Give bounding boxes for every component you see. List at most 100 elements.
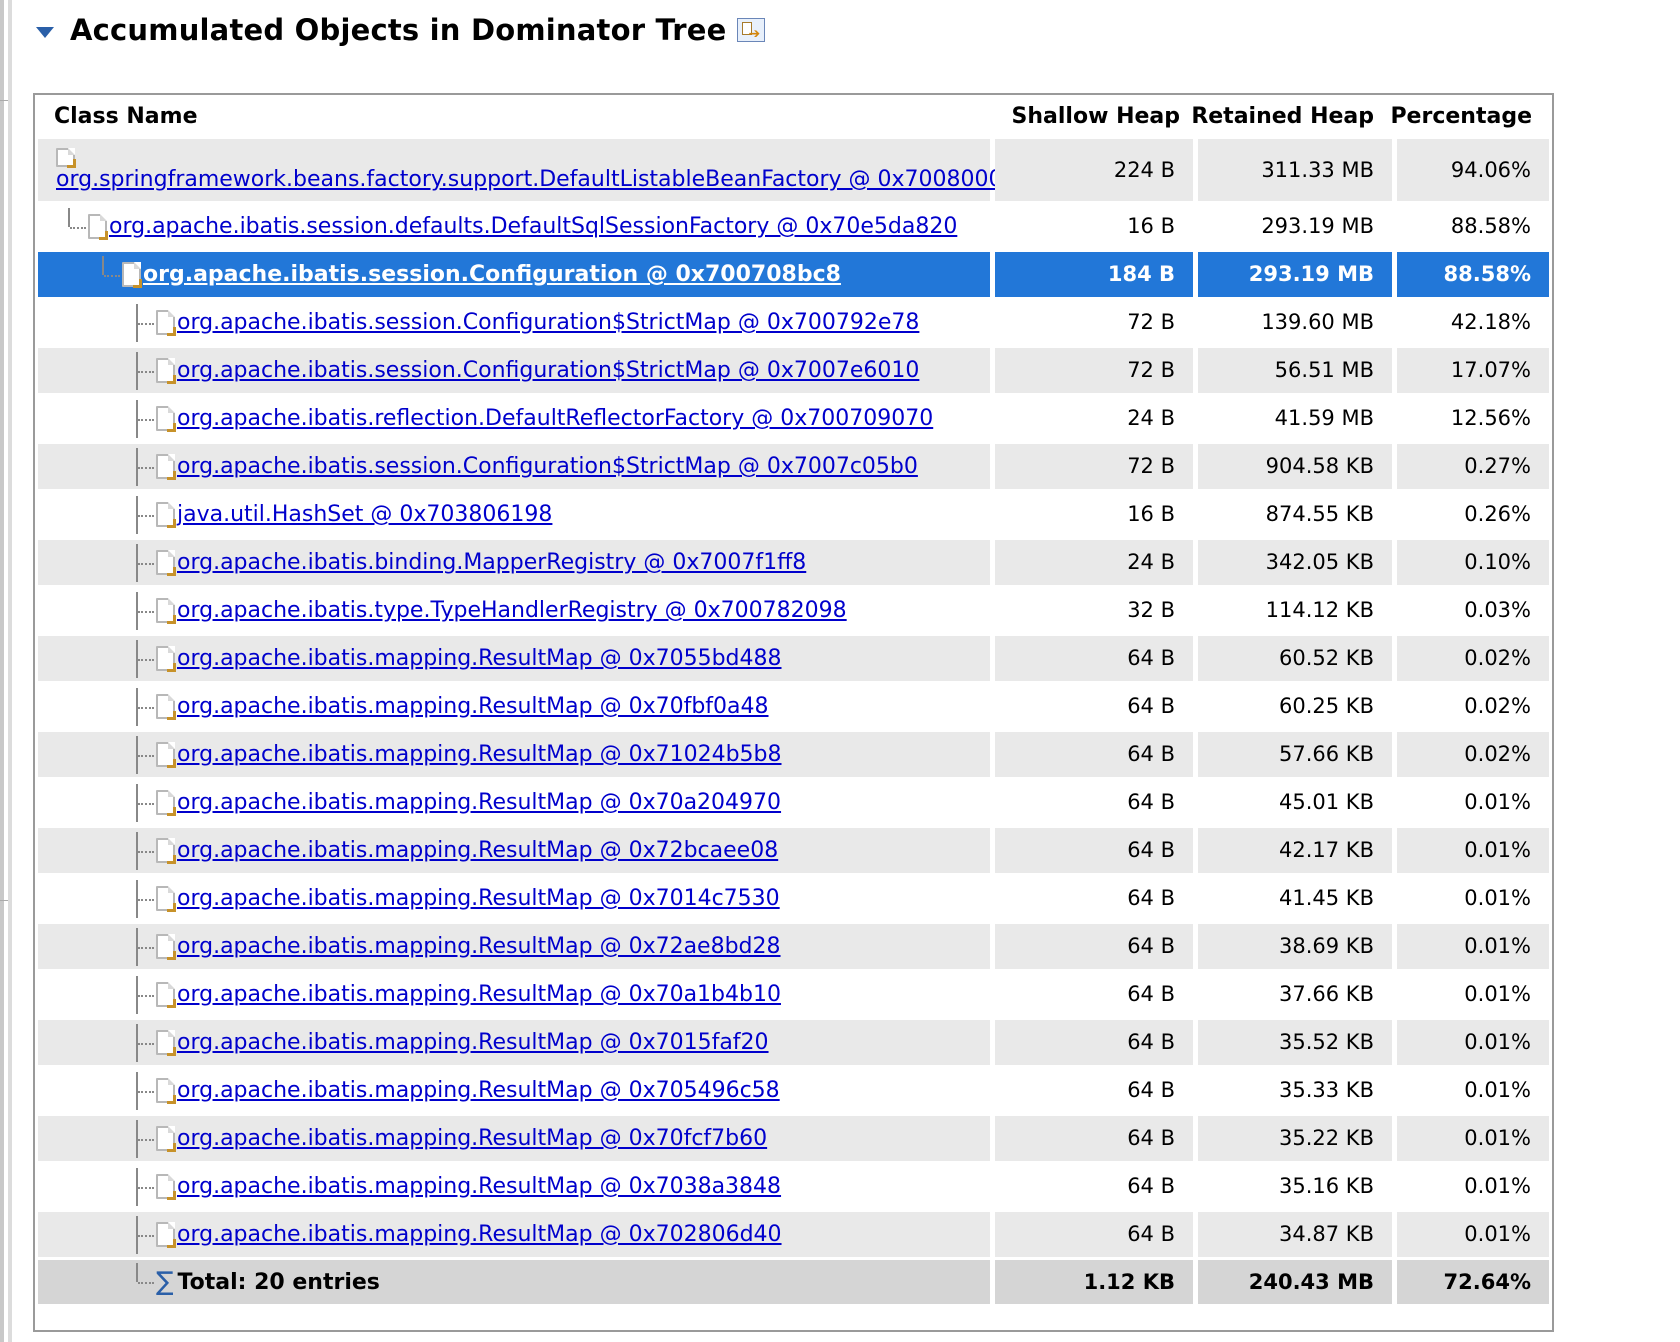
object-link[interactable]: org.apache.ibatis.mapping.ResultMap @ 0x… xyxy=(177,742,782,767)
percentage-cell: 17.07% xyxy=(1397,348,1549,393)
percentage-cell: 88.58% xyxy=(1397,204,1549,249)
object-file-icon xyxy=(56,148,76,168)
object-link[interactable]: org.apache.ibatis.mapping.ResultMap @ 0x… xyxy=(177,886,780,911)
object-link[interactable]: org.apache.ibatis.mapping.ResultMap @ 0x… xyxy=(177,934,781,959)
column-header-shallow-heap[interactable]: Shallow Heap xyxy=(1012,95,1180,139)
shallow-heap-cell: 72 B xyxy=(995,444,1193,489)
class-name-cell: org.apache.ibatis.session.Configuration$… xyxy=(38,444,990,489)
object-link[interactable]: org.apache.ibatis.mapping.ResultMap @ 0x… xyxy=(177,982,781,1007)
object-link[interactable]: org.apache.ibatis.mapping.ResultMap @ 0x… xyxy=(177,1030,769,1055)
table-row[interactable]: org.apache.ibatis.session.Configuration$… xyxy=(38,444,1549,489)
object-file-icon xyxy=(156,1174,176,1200)
table-row[interactable]: org.apache.ibatis.mapping.ResultMap @ 0x… xyxy=(38,1068,1549,1113)
object-link[interactable]: org.apache.ibatis.session.Configuration … xyxy=(143,262,841,287)
tree-connector xyxy=(134,399,156,438)
class-name-cell: org.apache.ibatis.mapping.ResultMap @ 0x… xyxy=(38,780,990,825)
object-file-icon xyxy=(156,1126,176,1152)
table-row[interactable]: org.apache.ibatis.mapping.ResultMap @ 0x… xyxy=(38,828,1549,873)
percentage-cell: 0.01% xyxy=(1397,1116,1549,1161)
class-name-cell: org.apache.ibatis.mapping.ResultMap @ 0x… xyxy=(38,924,990,969)
object-link[interactable]: org.apache.ibatis.mapping.ResultMap @ 0x… xyxy=(177,838,778,863)
object-link[interactable]: org.apache.ibatis.session.defaults.Defau… xyxy=(109,214,957,239)
table-row[interactable]: org.apache.ibatis.mapping.ResultMap @ 0x… xyxy=(38,1116,1549,1161)
table-row[interactable]: org.apache.ibatis.mapping.ResultMap @ 0x… xyxy=(38,924,1549,969)
tree-connector xyxy=(134,927,156,966)
object-link[interactable]: org.apache.ibatis.mapping.ResultMap @ 0x… xyxy=(177,646,782,671)
class-name-cell: org.apache.ibatis.binding.MapperRegistry… xyxy=(38,540,990,585)
retained-heap-cell: 311.33 MB xyxy=(1198,139,1392,201)
object-file-icon xyxy=(156,838,176,864)
object-link[interactable]: org.apache.ibatis.session.Configuration$… xyxy=(177,358,919,383)
object-link[interactable]: org.apache.ibatis.binding.MapperRegistry… xyxy=(177,550,806,575)
object-link[interactable]: org.apache.ibatis.session.Configuration$… xyxy=(177,454,918,479)
table-row[interactable]: org.apache.ibatis.mapping.ResultMap @ 0x… xyxy=(38,636,1549,681)
percentage-cell: 0.01% xyxy=(1397,972,1549,1017)
class-name-cell: org.apache.ibatis.mapping.ResultMap @ 0x… xyxy=(38,972,990,1017)
object-link[interactable]: org.apache.ibatis.mapping.ResultMap @ 0x… xyxy=(177,694,769,719)
tree-connector xyxy=(134,783,156,822)
table-row[interactable]: org.apache.ibatis.type.TypeHandlerRegist… xyxy=(38,588,1549,633)
column-header-retained-heap[interactable]: Retained Heap xyxy=(1191,95,1374,139)
object-link[interactable]: org.apache.ibatis.reflection.DefaultRefl… xyxy=(177,406,933,431)
object-file-icon xyxy=(156,982,176,1008)
tree-connector xyxy=(134,975,156,1014)
object-link[interactable]: org.apache.ibatis.type.TypeHandlerRegist… xyxy=(177,598,847,623)
object-file-icon xyxy=(156,406,176,432)
collapse-triangle-icon[interactable] xyxy=(36,26,54,38)
retained-heap-cell: 34.87 KB xyxy=(1198,1212,1392,1257)
object-link[interactable]: org.apache.ibatis.mapping.ResultMap @ 0x… xyxy=(177,1222,782,1247)
table-row[interactable]: org.apache.ibatis.mapping.ResultMap @ 0x… xyxy=(38,1020,1549,1065)
object-file-icon xyxy=(156,742,176,768)
retained-heap-cell: 60.25 KB xyxy=(1198,684,1392,729)
retained-heap-cell: 41.59 MB xyxy=(1198,396,1392,441)
retained-heap-cell: 35.22 KB xyxy=(1198,1116,1392,1161)
object-link[interactable]: org.apache.ibatis.mapping.ResultMap @ 0x… xyxy=(177,1174,781,1199)
retained-heap-cell: 56.51 MB xyxy=(1198,348,1392,393)
shallow-heap-cell: 64 B xyxy=(995,780,1193,825)
table-row[interactable]: org.apache.ibatis.mapping.ResultMap @ 0x… xyxy=(38,732,1549,777)
class-name-cell: org.apache.ibatis.mapping.ResultMap @ 0x… xyxy=(38,1116,990,1161)
shallow-heap-cell: 64 B xyxy=(995,1068,1193,1113)
object-file-icon xyxy=(122,262,142,288)
table-row[interactable]: org.apache.ibatis.session.Configuration$… xyxy=(38,348,1549,393)
class-name-cell: org.apache.ibatis.session.Configuration$… xyxy=(38,348,990,393)
tree-connector xyxy=(134,687,156,726)
column-header-percentage[interactable]: Percentage xyxy=(1390,95,1532,139)
tree-connector xyxy=(134,1215,156,1254)
shallow-heap-cell: 64 B xyxy=(995,636,1193,681)
table-row[interactable]: org.apache.ibatis.mapping.ResultMap @ 0x… xyxy=(38,684,1549,729)
table-row[interactable]: org.apache.ibatis.reflection.DefaultRefl… xyxy=(38,396,1549,441)
object-link[interactable]: org.apache.ibatis.mapping.ResultMap @ 0x… xyxy=(177,790,781,815)
class-name-cell: org.apache.ibatis.mapping.ResultMap @ 0x… xyxy=(38,684,990,729)
table-row[interactable]: org.apache.ibatis.session.defaults.Defau… xyxy=(38,204,1549,249)
export-icon[interactable]: ➔ xyxy=(736,18,765,42)
percentage-cell: 0.02% xyxy=(1397,684,1549,729)
retained-heap-cell: 293.19 MB xyxy=(1198,252,1392,297)
class-name-cell: org.springframework.beans.factory.suppor… xyxy=(38,139,1031,201)
table-row[interactable]: org.apache.ibatis.session.Configuration … xyxy=(38,252,1549,297)
table-row[interactable]: org.apache.ibatis.mapping.ResultMap @ 0x… xyxy=(38,780,1549,825)
table-row[interactable]: org.apache.ibatis.binding.MapperRegistry… xyxy=(38,540,1549,585)
table-row[interactable]: org.apache.ibatis.mapping.ResultMap @ 0x… xyxy=(38,972,1549,1017)
table-row[interactable]: java.util.HashSet @ 0x703806198 16 B 874.5… xyxy=(38,492,1549,537)
object-link[interactable]: java.util.HashSet @ 0x703806198 xyxy=(177,502,552,527)
shallow-heap-cell: 64 B xyxy=(995,732,1193,777)
table-row[interactable]: org.apache.ibatis.mapping.ResultMap @ 0x… xyxy=(38,1212,1549,1257)
shallow-heap-cell: 64 B xyxy=(995,1116,1193,1161)
object-link[interactable]: org.apache.ibatis.mapping.ResultMap @ 0x… xyxy=(177,1078,780,1103)
shallow-heap-cell: 64 B xyxy=(995,972,1193,1017)
table-row[interactable]: org.apache.ibatis.mapping.ResultMap @ 0x… xyxy=(38,1164,1549,1209)
percentage-cell: 0.02% xyxy=(1397,732,1549,777)
tree-connector xyxy=(134,303,156,342)
percentage-cell: 0.01% xyxy=(1397,876,1549,921)
table-row[interactable]: org.apache.ibatis.session.Configuration$… xyxy=(38,300,1549,345)
class-name-cell: org.apache.ibatis.mapping.ResultMap @ 0x… xyxy=(38,828,990,873)
object-link[interactable]: org.apache.ibatis.session.Configuration$… xyxy=(177,310,919,335)
table-row[interactable]: org.apache.ibatis.mapping.ResultMap @ 0x… xyxy=(38,876,1549,921)
object-link[interactable]: org.apache.ibatis.mapping.ResultMap @ 0x… xyxy=(177,1126,767,1151)
column-header-class-name[interactable]: Class Name xyxy=(54,95,197,139)
table-row[interactable]: org.springframework.beans.factory.suppor… xyxy=(38,139,1549,201)
object-link[interactable]: org.springframework.beans.factory.suppor… xyxy=(56,167,1031,192)
percentage-cell: 0.01% xyxy=(1397,1212,1549,1257)
tree-connector xyxy=(134,831,156,870)
